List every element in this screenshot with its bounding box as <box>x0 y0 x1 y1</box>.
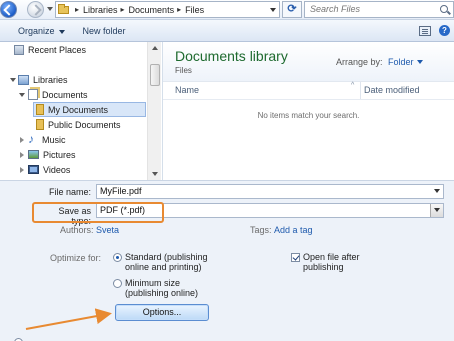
nav-item-music[interactable]: Music <box>28 132 66 147</box>
address-bar-row: ▸ Libraries ▸ Documents ▸ Files ⟳ <box>0 0 454 20</box>
folder-icon <box>36 104 44 115</box>
scroll-down-icon[interactable] <box>152 172 158 176</box>
scroll-up-icon[interactable] <box>152 46 158 50</box>
pictures-icon <box>28 150 39 159</box>
library-header: Documents library Files Arrange by: Fold… <box>163 42 454 82</box>
expand-music-icon[interactable] <box>20 137 24 143</box>
music-icon <box>28 132 38 146</box>
libraries-icon <box>18 74 29 85</box>
videos-icon <box>28 165 39 174</box>
column-header-name[interactable]: Name <box>175 82 345 99</box>
breadcrumb-separator-icon[interactable]: ▸ <box>177 5 181 14</box>
search-box[interactable] <box>304 1 454 18</box>
forward-button[interactable] <box>27 1 44 18</box>
scroll-thumb[interactable] <box>150 64 160 86</box>
callout-arrow <box>25 308 112 330</box>
back-button[interactable] <box>0 1 17 18</box>
command-bar: Organize New folder ? <box>0 20 454 42</box>
refresh-button[interactable]: ⟳ <box>282 1 302 18</box>
save-options-panel: File name: MyFile.pdf Save as type: PDF … <box>0 180 454 341</box>
view-options-icon[interactable] <box>419 25 431 36</box>
breadcrumb-separator-icon[interactable]: ▸ <box>75 5 79 14</box>
file-list-pane: Documents library Files Arrange by: Fold… <box>163 42 454 180</box>
nav-item-my-documents[interactable]: My Documents <box>33 102 146 117</box>
arrange-by-label: Arrange by: <box>336 57 383 67</box>
recent-places-icon <box>14 44 24 55</box>
expand-documents-icon[interactable] <box>19 93 25 97</box>
column-header-date-modified[interactable]: Date modified <box>360 82 454 99</box>
sort-up-icon: ^ <box>351 82 355 89</box>
breadcrumb-libraries[interactable]: Libraries <box>83 5 118 15</box>
folder-icon <box>58 3 69 14</box>
nav-item-label: Recent Places <box>28 44 87 55</box>
nav-item-videos[interactable]: Videos <box>28 162 70 177</box>
expand-libraries-icon[interactable] <box>10 78 16 82</box>
organize-button[interactable]: Organize <box>18 26 65 36</box>
search-input[interactable] <box>310 4 435 14</box>
column-divider <box>163 99 454 100</box>
address-box[interactable]: ▸ Libraries ▸ Documents ▸ Files <box>55 1 280 18</box>
nav-item-label: Videos <box>43 164 71 175</box>
empty-results-message: No items match your search. <box>257 111 360 120</box>
nav-item-public-documents[interactable]: Public Documents <box>36 117 121 132</box>
expand-videos-icon[interactable] <box>20 167 24 173</box>
nav-item-label: Libraries <box>33 74 68 85</box>
address-dropdown-icon[interactable] <box>270 8 276 12</box>
nav-item-recent-places[interactable]: Recent Places <box>14 42 86 57</box>
expand-pictures-icon[interactable] <box>20 152 24 158</box>
nav-item-libraries[interactable]: Libraries <box>18 72 68 87</box>
library-subtitle: Files <box>175 66 192 75</box>
breadcrumb-separator-icon[interactable]: ▸ <box>121 5 125 14</box>
arrange-by-dropdown[interactable]: Folder <box>388 57 423 67</box>
search-icon[interactable] <box>440 5 448 13</box>
refresh-icon: ⟳ <box>287 3 297 15</box>
nav-item-label: Music <box>42 134 66 145</box>
documents-icon <box>28 89 38 100</box>
nav-item-documents[interactable]: Documents <box>28 87 88 102</box>
breadcrumb-files[interactable]: Files <box>185 5 204 15</box>
navigation-pane: Recent Places Libraries Documents My Doc… <box>0 42 163 180</box>
folder-icon <box>36 119 44 130</box>
nav-item-pictures[interactable]: Pictures <box>28 147 76 162</box>
library-title: Documents library <box>175 48 288 64</box>
nav-item-label: Pictures <box>43 149 76 160</box>
help-icon[interactable]: ? <box>439 25 450 36</box>
nav-item-label: Public Documents <box>48 119 121 130</box>
nav-item-label: My Documents <box>48 104 109 115</box>
recent-pages-dropdown[interactable] <box>47 7 53 11</box>
navigation-scrollbar[interactable] <box>147 42 161 180</box>
new-folder-button[interactable]: New folder <box>83 26 126 36</box>
nav-item-label: Documents <box>42 89 88 100</box>
breadcrumb-documents[interactable]: Documents <box>129 5 175 15</box>
